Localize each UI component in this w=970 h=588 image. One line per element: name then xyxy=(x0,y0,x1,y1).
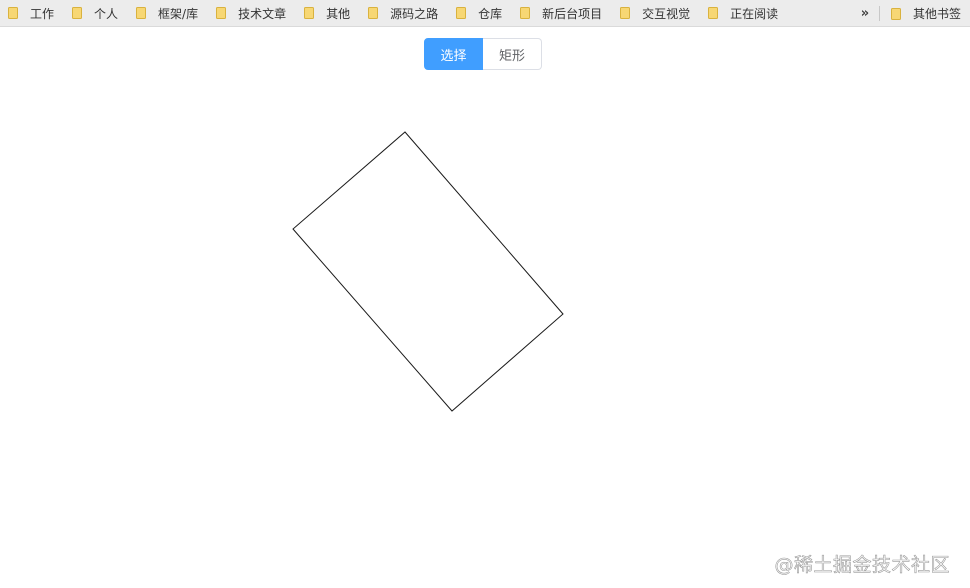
folder-icon xyxy=(304,7,315,19)
bookmark-other-label: 其他书签 xyxy=(913,7,962,21)
bookmark-label: 新后台项目 xyxy=(542,6,603,21)
bookmark-other-folder[interactable]: 其他书签 xyxy=(891,0,961,27)
bookmark-item[interactable]: 其他 xyxy=(304,0,350,26)
bookmark-label: 技术文章 xyxy=(238,6,287,21)
bookmark-item[interactable]: 工作 xyxy=(8,0,54,26)
drawing-canvas[interactable] xyxy=(0,27,970,588)
folder-icon xyxy=(620,7,631,19)
bookmark-divider xyxy=(879,6,880,21)
bookmark-item[interactable]: 正在阅读 xyxy=(708,0,778,26)
folder-icon xyxy=(72,7,83,19)
bookmark-item[interactable]: 仓库 xyxy=(456,0,502,26)
bookmark-label: 工作 xyxy=(30,6,55,21)
folder-icon xyxy=(216,7,227,19)
folder-icon xyxy=(136,7,147,19)
bookmark-label: 仓库 xyxy=(478,6,503,21)
folder-icon xyxy=(8,7,18,19)
bookmark-label: 交互视觉 xyxy=(642,6,691,21)
bookmark-label: 框架/库 xyxy=(158,6,199,21)
bookmark-label: 源码之路 xyxy=(390,6,439,21)
bookmark-label: 其他 xyxy=(326,6,351,21)
folder-icon xyxy=(456,7,467,19)
folder-icon xyxy=(520,7,531,19)
rotated-rectangle[interactable] xyxy=(292,131,564,412)
bookmark-list: 工作 个人 框架/库 技术文章 其他 源码之路 仓库 新后台项目 交互视觉 正在阅读 xyxy=(0,0,796,26)
bookmark-item[interactable]: 框架/库 xyxy=(136,0,198,26)
bookmark-item[interactable]: 新后台项目 xyxy=(520,0,602,26)
watermark: @稀土掘金技术社区 xyxy=(774,554,950,577)
bookmark-label: 个人 xyxy=(94,6,119,21)
folder-icon xyxy=(891,7,901,20)
bookmark-label: 正在阅读 xyxy=(730,6,779,21)
bookmark-item[interactable]: 源码之路 xyxy=(368,0,438,26)
bookmark-item[interactable]: 技术文章 xyxy=(216,0,286,26)
double-chevron-right-icon[interactable]: » xyxy=(856,0,874,27)
bookmarks-bar: 工作 个人 框架/库 技术文章 其他 源码之路 仓库 新后台项目 交互视觉 正在阅读 » 其他书签 xyxy=(0,0,970,27)
bookmark-item[interactable]: 交互视觉 xyxy=(620,0,690,26)
app-page: 工作 个人 框架/库 技术文章 其他 源码之路 仓库 新后台项目 交互视觉 正在阅读 » 其他书签… xyxy=(0,0,970,588)
folder-icon xyxy=(368,7,379,19)
folder-icon xyxy=(708,7,719,19)
bookmark-item[interactable]: 个人 xyxy=(72,0,118,26)
